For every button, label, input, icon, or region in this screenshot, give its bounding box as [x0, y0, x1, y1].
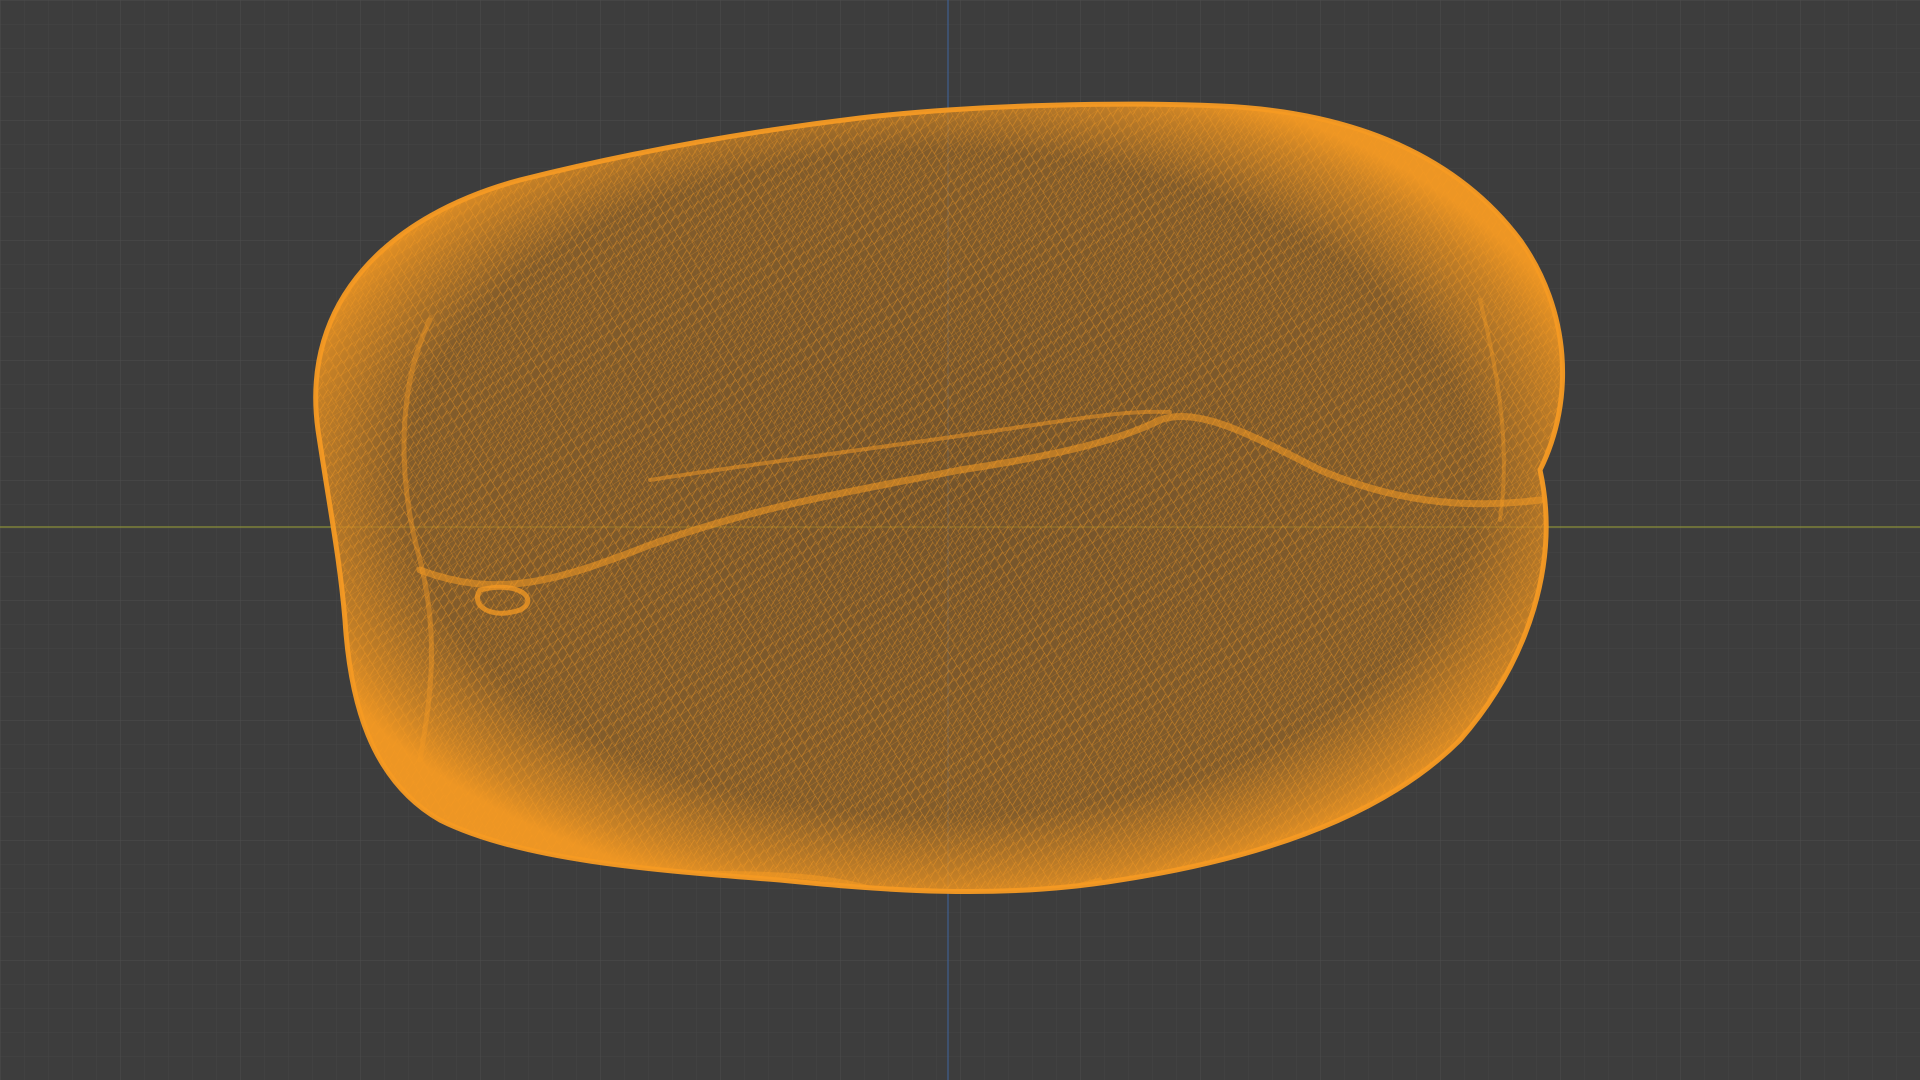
viewport-canvas[interactable]	[0, 0, 1920, 1080]
3d-viewport[interactable]	[0, 0, 1920, 1080]
